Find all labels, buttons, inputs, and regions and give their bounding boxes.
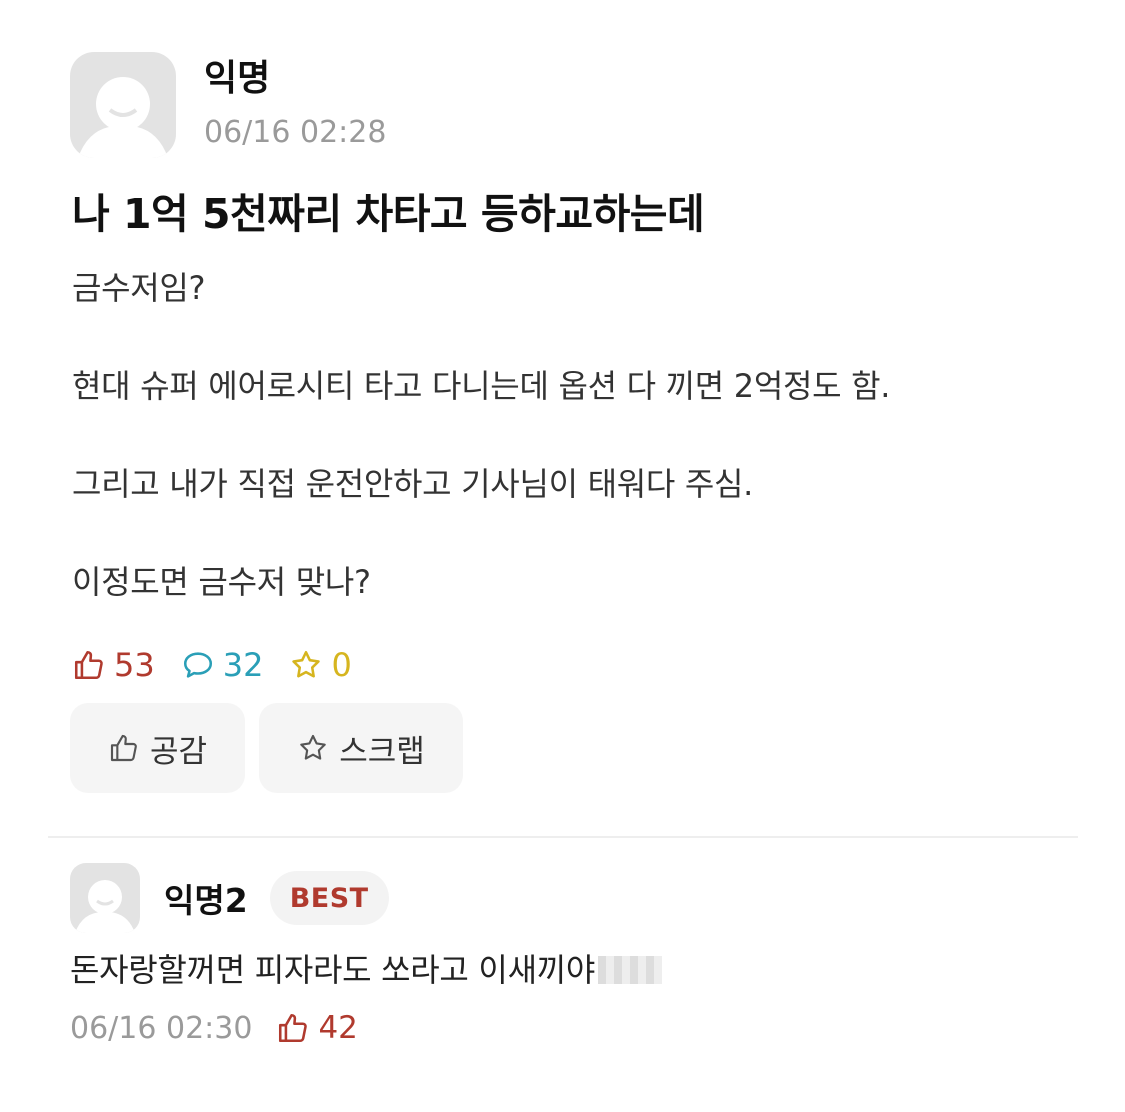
avatar-placeholder-icon bbox=[78, 77, 168, 158]
post-page: 익명 06/16 02:28 나 1억 5천짜리 차타고 등하교하는데 금수저임… bbox=[0, 0, 1125, 1112]
comment-item: 익명2 BEST 돈자랑할꺼면 피자라도 쏘라고 이새끼야 06/16 02:3… bbox=[70, 862, 1070, 1046]
star-icon bbox=[292, 650, 321, 678]
post-header: 익명 06/16 02:28 bbox=[70, 52, 386, 158]
post-body: 금수저임? 현대 슈퍼 에어로시티 타고 다니는데 옵션 다 끼면 2억정도 함… bbox=[72, 268, 1072, 602]
post-body-line: 현대 슈퍼 에어로시티 타고 다니는데 옵션 다 끼면 2억정도 함. bbox=[72, 367, 891, 405]
like-button[interactable]: 공감 bbox=[70, 703, 245, 793]
post-body-line: 금수저임? bbox=[72, 269, 206, 307]
post-actions: 공감 스크랩 bbox=[70, 703, 477, 793]
post-body-line: 그리고 내가 직접 운전안하고 기사님이 태워다 주심. bbox=[72, 465, 754, 503]
author-block: 익명 06/16 02:28 bbox=[204, 57, 386, 153]
comment-count: 32 bbox=[181, 646, 264, 684]
comment-count-value: 32 bbox=[222, 646, 264, 684]
comment-timestamp: 06/16 02:30 bbox=[70, 1010, 253, 1046]
thumbs-up-icon bbox=[74, 650, 103, 680]
comment-text: 돈자랑할꺼면 피자라도 쏘라고 이새끼야 bbox=[70, 948, 662, 992]
comment-like-count[interactable]: 42 bbox=[276, 1010, 358, 1046]
scrap-count: 0 bbox=[289, 646, 352, 684]
thumbs-up-icon bbox=[110, 734, 137, 762]
like-button-label: 공감 bbox=[149, 733, 208, 770]
thumbs-up-icon bbox=[279, 1013, 308, 1043]
comment-meta: 06/16 02:30 42 bbox=[70, 1010, 1070, 1046]
comment-author: 익명2 bbox=[164, 881, 248, 920]
avatar-placeholder-icon bbox=[75, 880, 135, 933]
post-title: 나 1억 5천짜리 차타고 등하교하는데 bbox=[72, 190, 705, 238]
comment-header: 익명2 BEST bbox=[70, 862, 1070, 934]
author-avatar[interactable] bbox=[70, 52, 176, 158]
post-stats: 53 32 0 bbox=[72, 646, 378, 684]
comment-text-content: 돈자랑할꺼면 피자라도 쏘라고 이새끼야 bbox=[70, 951, 595, 989]
author-name: 익명 bbox=[204, 58, 271, 99]
scrap-button[interactable]: 스크랩 bbox=[259, 703, 463, 793]
post-timestamp: 06/16 02:28 bbox=[204, 115, 387, 150]
speech-bubble-icon bbox=[183, 652, 212, 678]
censor-blur bbox=[598, 956, 662, 984]
like-count-value: 53 bbox=[114, 646, 155, 684]
best-badge: BEST bbox=[269, 871, 389, 925]
like-count: 53 bbox=[72, 646, 155, 684]
comment-like-value: 42 bbox=[318, 1010, 358, 1046]
scrap-count-value: 0 bbox=[331, 646, 352, 684]
star-icon bbox=[300, 734, 327, 760]
post-body-line: 이정도면 금수저 맞나? bbox=[72, 563, 371, 601]
comment-avatar[interactable] bbox=[70, 863, 140, 933]
divider bbox=[48, 836, 1078, 838]
scrap-button-label: 스크랩 bbox=[339, 733, 425, 770]
